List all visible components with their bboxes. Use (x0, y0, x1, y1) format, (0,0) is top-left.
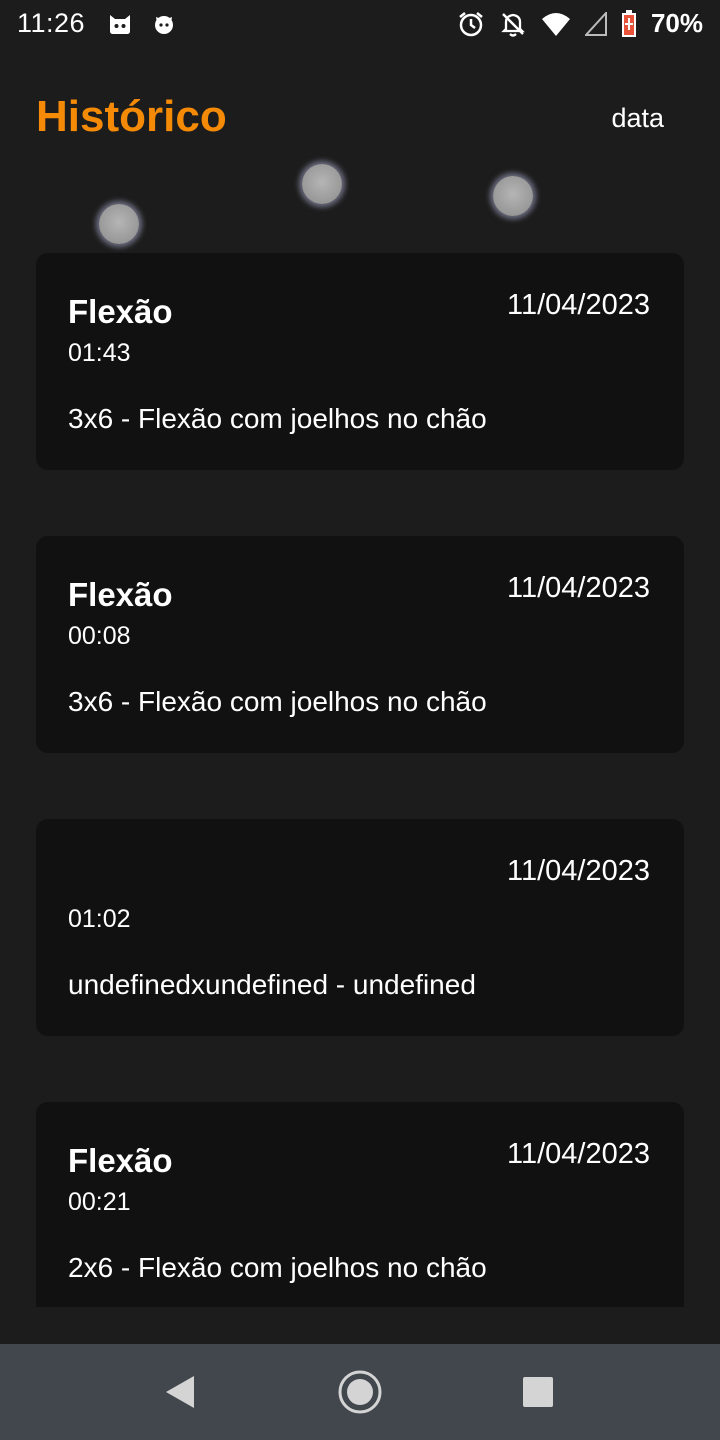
alarm-icon (457, 10, 485, 38)
workout-date: 11/04/2023 (507, 855, 650, 887)
history-card[interactable]: Flexão 11/04/2023 01:43 3x6 - Flexão com… (36, 253, 684, 470)
touch-indicator (493, 176, 533, 216)
cat-notification-icon (108, 13, 132, 35)
workout-description: 3x6 - Flexão com joelhos no chão (68, 686, 487, 717)
workout-duration: 01:43 (68, 339, 131, 367)
history-list[interactable]: Flexão 11/04/2023 01:43 3x6 - Flexão com… (36, 253, 684, 1307)
recents-button[interactable] (514, 1368, 562, 1416)
history-card[interactable]: Flexão 11/04/2023 00:08 3x6 - Flexão com… (36, 536, 684, 753)
history-card[interactable]: 11/04/2023 01:02 undefinedxundefined - u… (36, 819, 684, 1036)
header: Histórico data (36, 92, 684, 152)
back-icon (156, 1368, 204, 1416)
battery-percent: 70% (650, 8, 703, 38)
status-time: 11:26 (17, 8, 86, 38)
touch-indicator (99, 204, 139, 244)
cat-notification-icon (152, 13, 176, 35)
workout-description: 2x6 - Flexão com joelhos no chão (68, 1252, 487, 1283)
workout-date: 11/04/2023 (507, 1138, 650, 1170)
navigation-bar (0, 1344, 720, 1440)
touch-indicator (302, 164, 342, 204)
exercise-name: Flexão (68, 1142, 173, 1179)
battery-charging-icon (621, 9, 637, 38)
home-icon (336, 1368, 384, 1416)
workout-description: 3x6 - Flexão com joelhos no chão (68, 403, 487, 434)
wifi-icon (541, 11, 571, 37)
recents-icon (514, 1368, 562, 1416)
sort-by-date-button[interactable]: data (611, 103, 664, 134)
exercise-name: Flexão (68, 576, 173, 613)
back-button[interactable] (156, 1368, 204, 1416)
workout-duration: 00:21 (68, 1188, 131, 1216)
workout-date: 11/04/2023 (507, 572, 650, 604)
signal-icon (584, 11, 607, 36)
status-bar: 11:26 70% (0, 0, 720, 50)
home-button[interactable] (336, 1368, 384, 1416)
workout-date: 11/04/2023 (507, 289, 650, 321)
workout-duration: 01:02 (68, 905, 131, 933)
workout-duration: 00:08 (68, 622, 131, 650)
notifications-off-icon (499, 10, 527, 38)
exercise-name: Flexão (68, 293, 173, 330)
workout-description: undefinedxundefined - undefined (68, 969, 476, 1000)
status-right-icons: 70% (457, 8, 703, 39)
page-title: Histórico (36, 92, 227, 141)
status-left-icons (108, 13, 176, 35)
history-card[interactable]: Flexão 11/04/2023 00:21 2x6 - Flexão com… (36, 1102, 684, 1307)
